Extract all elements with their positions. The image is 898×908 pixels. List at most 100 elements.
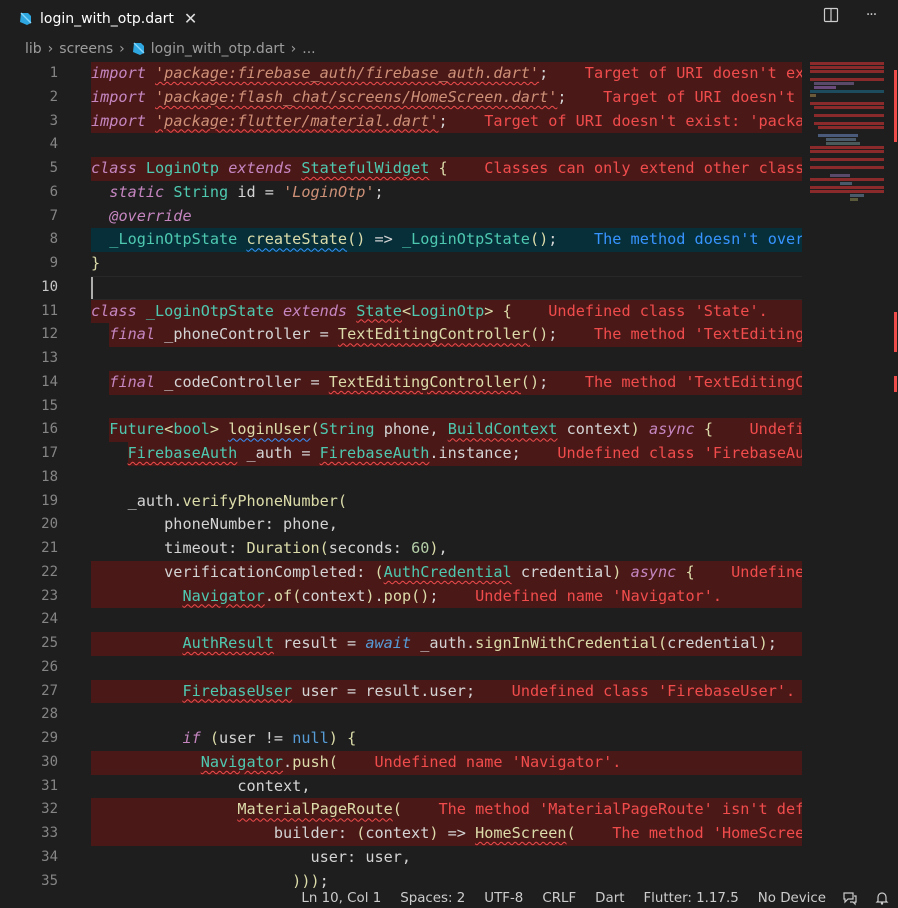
code-editor[interactable]: 1 2 3 4 5 6 7 8 9 10 11 12 13 14 15 16 1… bbox=[0, 62, 898, 888]
info-message: The method doesn't override an inherited… bbox=[593, 230, 802, 249]
code-line bbox=[91, 275, 802, 300]
end-of-line[interactable]: CRLF bbox=[542, 891, 576, 906]
breadcrumb-symbol[interactable]: ... bbox=[302, 41, 315, 57]
error-message: The method 'TextEditingController' isn't… bbox=[593, 325, 802, 344]
error-message: Target of URI doesn't exist: 'package:fl… bbox=[603, 87, 796, 106]
error-message: Undefined class 'BuildContext'. bbox=[749, 420, 802, 439]
line-number: 21 bbox=[41, 540, 58, 556]
cursor-position[interactable]: Ln 10, Col 1 bbox=[301, 891, 381, 906]
error-message: Target of URI doesn't exist: 'package:fl… bbox=[484, 111, 802, 130]
code-line: AuthResult result = await _auth.signInWi… bbox=[91, 632, 802, 656]
line-number: 34 bbox=[41, 848, 58, 865]
line-number: 30 bbox=[41, 753, 58, 770]
notifications-bell-icon[interactable] bbox=[874, 890, 890, 906]
breadcrumb-lib[interactable]: lib bbox=[25, 41, 42, 57]
code-line: phoneNumber: phone, bbox=[164, 515, 338, 534]
minimap-line bbox=[814, 86, 836, 89]
line-number: 35 bbox=[41, 872, 58, 889]
dart-file-icon bbox=[20, 12, 32, 25]
chevron-right-icon: › bbox=[290, 41, 297, 57]
code-line: import 'package:flash_chat/screens/HomeS… bbox=[91, 85, 802, 110]
minimap-line bbox=[818, 134, 858, 137]
error-marker bbox=[894, 70, 897, 142]
dart-file-icon bbox=[132, 42, 145, 55]
error-message: Undefined name 'Navigator'. bbox=[337, 752, 622, 771]
encoding[interactable]: UTF-8 bbox=[484, 891, 523, 906]
error-message: The method 'HomeScreen' isn't defined. bbox=[612, 824, 802, 842]
error-marker bbox=[894, 376, 897, 392]
minimap-line bbox=[810, 78, 884, 81]
code-line: } bbox=[91, 254, 101, 272]
code-line: user: user, bbox=[310, 847, 412, 866]
line-number-gutter: 1 2 3 4 5 6 7 8 9 10 11 12 13 14 15 16 1… bbox=[0, 62, 70, 888]
line-number: 18 bbox=[41, 468, 58, 485]
minimap-line bbox=[810, 70, 884, 73]
code-line: final _phoneController = TextEditingCont… bbox=[91, 323, 802, 347]
minimap-line bbox=[810, 178, 884, 181]
line-number: 16 bbox=[41, 421, 58, 438]
minimap-line bbox=[826, 138, 856, 141]
minimap[interactable] bbox=[810, 62, 886, 352]
feedback-icon[interactable] bbox=[842, 890, 858, 906]
code-line: Future<bool> loginUser(String phone, Bui… bbox=[91, 418, 802, 442]
minimap-line bbox=[810, 158, 884, 161]
error-message: Undefined class 'AuthResult'. bbox=[777, 634, 802, 652]
minimap-line bbox=[810, 130, 886, 133]
line-number: 27 bbox=[41, 682, 58, 699]
more-actions-icon[interactable]: ··· bbox=[862, 6, 880, 24]
minimap-line bbox=[810, 62, 884, 65]
code-line: FirebaseAuth _auth = FirebaseAuth.instan… bbox=[91, 442, 802, 466]
minimap-line bbox=[810, 110, 886, 113]
vertical-scrollbar[interactable] bbox=[886, 62, 898, 888]
error-message: Classes can only extend other classes. bbox=[447, 159, 802, 177]
code-line: final _codeController = TextEditingContr… bbox=[91, 370, 802, 395]
code-line: Navigator.push( Undefined name 'Navigato… bbox=[91, 750, 802, 775]
line-number: 4 bbox=[49, 136, 58, 153]
line-number: 31 bbox=[41, 777, 58, 794]
minimap-line bbox=[810, 74, 886, 77]
code-line: verificationCompleted: (AuthCredential c… bbox=[91, 560, 802, 585]
error-message: Undefined name 'Navigator'. bbox=[438, 586, 723, 605]
breadcrumb-screens[interactable]: screens bbox=[59, 41, 113, 57]
line-number: 1 bbox=[49, 65, 58, 81]
language-mode[interactable]: Dart bbox=[595, 891, 624, 906]
editor-tab[interactable]: login_with_otp.dart ✕ bbox=[0, 0, 208, 36]
minimap-line bbox=[810, 150, 884, 153]
line-number: 12 bbox=[41, 326, 58, 343]
breadcrumb: lib › screens › login_with_otp.dart › ..… bbox=[0, 36, 898, 62]
minimap-line bbox=[810, 186, 884, 189]
split-editor-icon[interactable] bbox=[822, 6, 840, 24]
breadcrumb-file[interactable]: login_with_otp.dart bbox=[151, 41, 285, 57]
device-selector[interactable]: No Device bbox=[758, 891, 826, 906]
line-number: 22 bbox=[41, 563, 58, 580]
indentation[interactable]: Spaces: 2 bbox=[400, 891, 465, 906]
code-line: timeout: Duration(seconds: 60), bbox=[164, 539, 448, 557]
line-number: 25 bbox=[41, 635, 58, 651]
line-number: 24 bbox=[41, 611, 58, 628]
tab-bar: login_with_otp.dart ✕ ··· bbox=[0, 0, 898, 36]
minimap-line bbox=[826, 142, 860, 145]
text-cursor bbox=[91, 276, 93, 299]
line-number: 32 bbox=[41, 801, 58, 818]
error-message: Undefined class 'AuthCredential'. bbox=[731, 562, 802, 581]
status-bar: Ln 10, Col 1 Spaces: 2 UTF-8 CRLF Dart F… bbox=[0, 888, 898, 908]
code-area[interactable]: import 'package:firebase_auth/firebase_a… bbox=[91, 62, 802, 888]
minimap-line bbox=[850, 194, 864, 197]
code-line: MaterialPageRoute( The method 'MaterialP… bbox=[91, 798, 802, 822]
minimap-line bbox=[810, 66, 884, 69]
code-line: import 'package:flutter/material.dart'; … bbox=[91, 109, 802, 134]
line-number: 5 bbox=[49, 160, 58, 176]
minimap-line bbox=[850, 198, 858, 201]
minimap-line bbox=[810, 146, 884, 149]
close-icon[interactable]: ✕ bbox=[184, 10, 197, 27]
minimap-line bbox=[810, 90, 884, 93]
line-number: 2 bbox=[49, 88, 58, 105]
code-line: FirebaseUser user = result.user; Undefin… bbox=[91, 679, 802, 704]
line-number: 29 bbox=[41, 730, 58, 746]
flutter-version[interactable]: Flutter: 1.17.5 bbox=[643, 891, 738, 906]
